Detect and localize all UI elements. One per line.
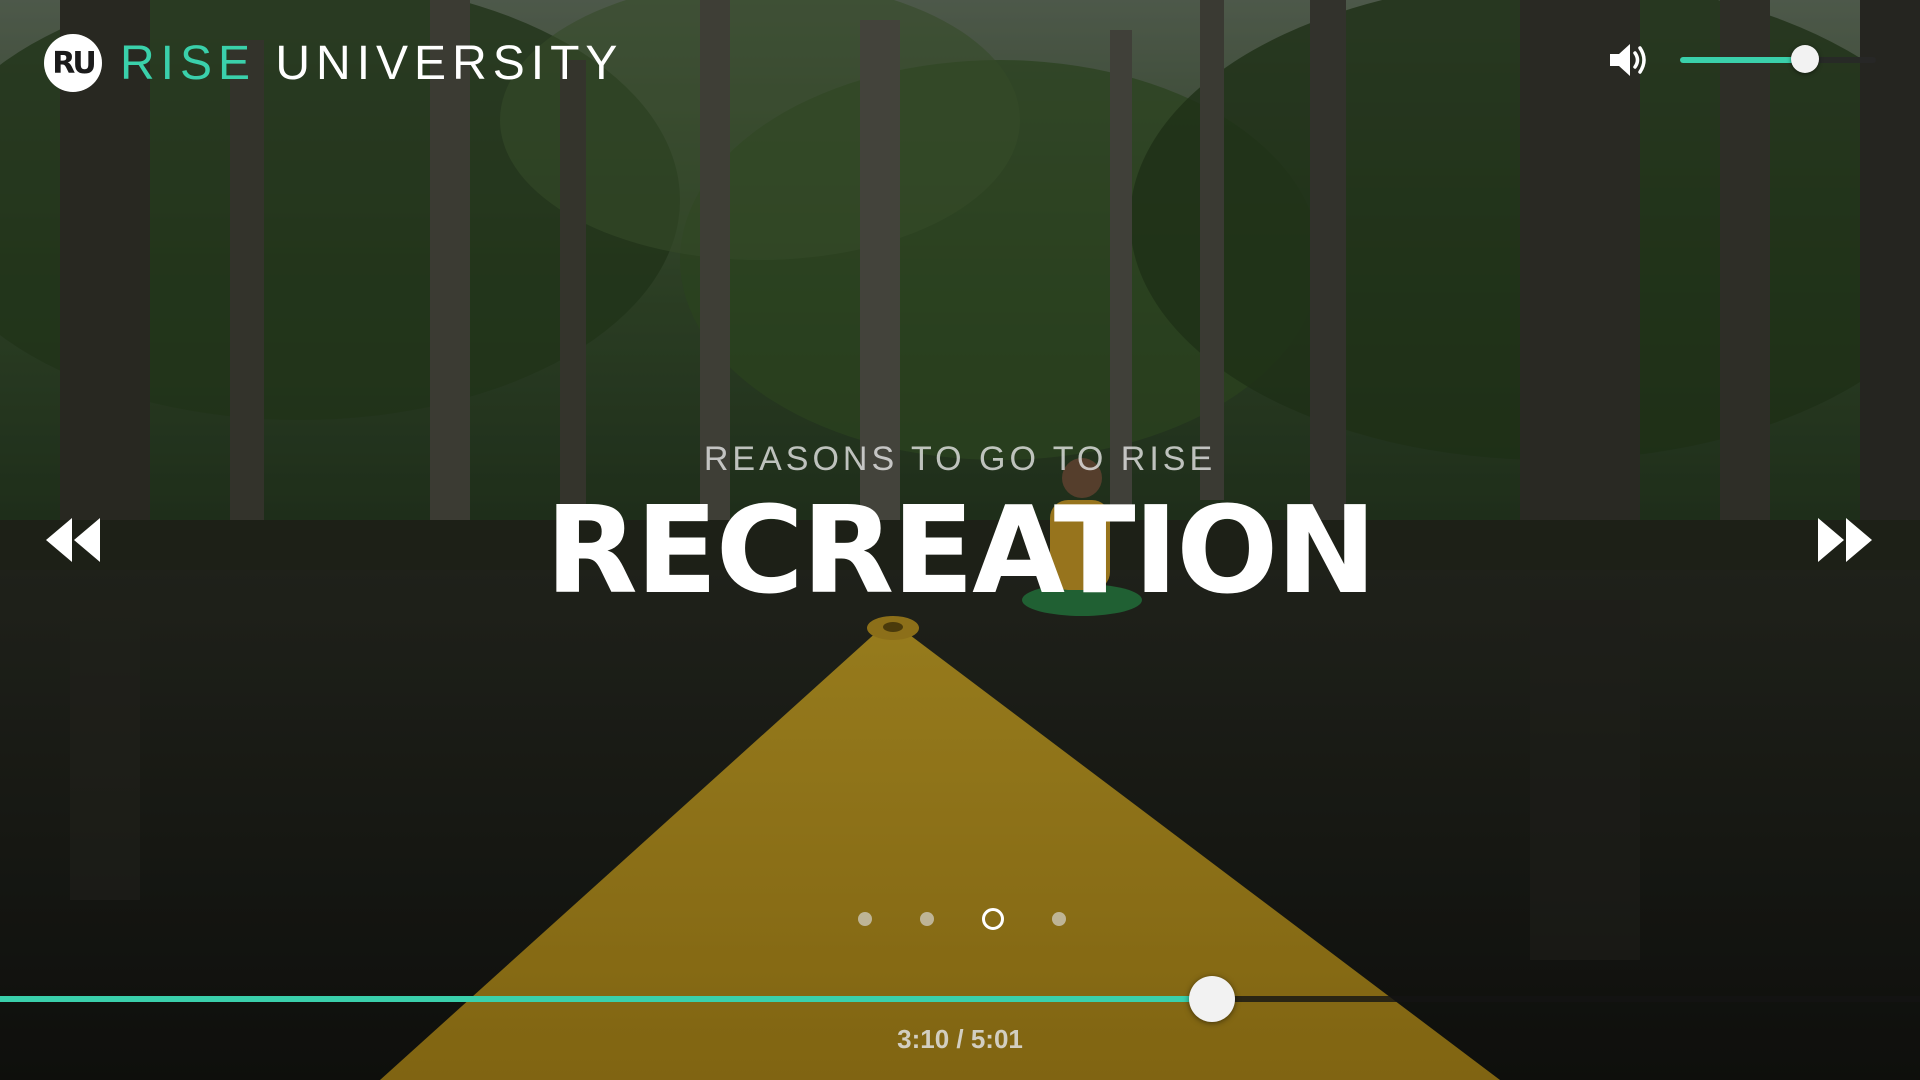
volume-slider-fill <box>1680 57 1806 63</box>
playback-time: 3:10 / 5:01 <box>897 1024 1023 1054</box>
pagination-dot-2[interactable] <box>920 912 934 926</box>
slide-title: RECREATION <box>545 482 1376 621</box>
slide-eyebrow: REASONS TO GO TO RISE <box>703 440 1217 478</box>
volume-slider[interactable] <box>1680 45 1876 73</box>
volume-slider-handle[interactable] <box>1791 45 1820 73</box>
logo-mark-icon: RU <box>44 34 102 92</box>
playback-progress-fill <box>0 996 1212 1002</box>
rewind-icon[interactable] <box>42 514 104 566</box>
fast-forward-icon[interactable] <box>1814 514 1876 566</box>
pagination-dot-4[interactable] <box>1052 912 1066 926</box>
speaker-volume-icon[interactable] <box>1604 36 1652 84</box>
playback-progress-bar[interactable] <box>0 976 1920 1022</box>
video-player: RU RISE UNIVERSITY REASONS TO GO TO RISE… <box>0 0 1920 1080</box>
volume-control <box>1604 36 1876 84</box>
pagination-dot-1[interactable] <box>858 912 872 926</box>
brand-name-rest: UNIVERSITY <box>275 36 624 90</box>
brand-name-accent: RISE <box>120 36 257 90</box>
slide-pagination <box>858 908 1114 930</box>
pagination-dot-3-active[interactable] <box>982 908 1004 930</box>
brand-name: RISE UNIVERSITY <box>120 36 623 91</box>
playback-scrubber-handle[interactable] <box>1188 976 1235 1022</box>
brand-logo[interactable]: RU RISE UNIVERSITY <box>44 34 623 92</box>
